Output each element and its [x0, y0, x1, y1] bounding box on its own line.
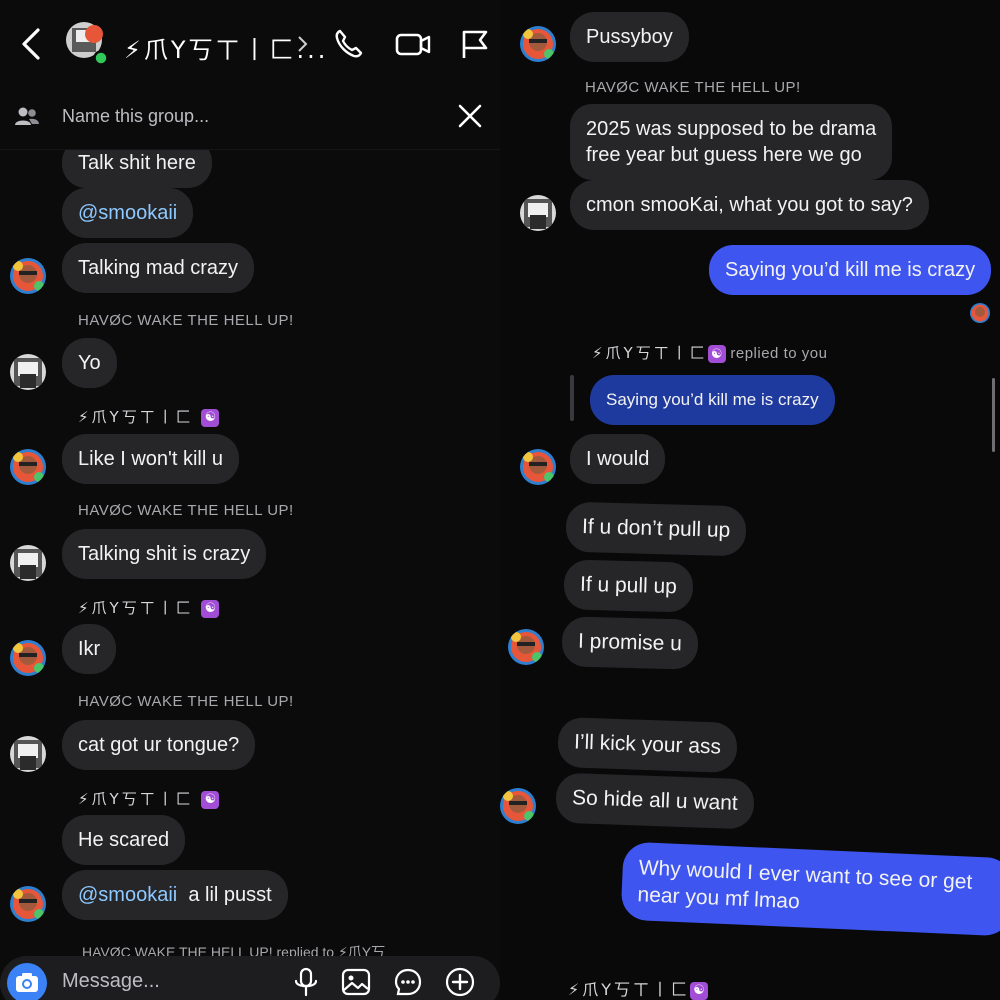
avatar[interactable] [10, 545, 46, 581]
message-bubble-sent[interactable]: Why would I ever want to see or get near… [620, 841, 1000, 937]
message-composer: Message... [0, 956, 500, 1000]
sticker-chat-icon[interactable] [392, 966, 424, 998]
group-name-input[interactable]: Name this group... [62, 106, 209, 127]
avatar[interactable] [520, 26, 556, 62]
message-bubble-sent[interactable]: Saying you’d kill me is crazy [709, 245, 992, 295]
message-bubble[interactable]: @smookaii a lil pusst [62, 870, 288, 920]
avatar[interactable] [10, 354, 46, 390]
camera-button[interactable] [7, 963, 47, 1000]
avatar[interactable] [500, 788, 536, 824]
message-bubble[interactable]: Ikr [62, 624, 117, 674]
group-name-bar: Name this group... [0, 84, 500, 150]
avatar[interactable] [508, 629, 544, 665]
sender-name: HAVØC WAKE THE HELL UP! [78, 502, 294, 519]
yin-yang-icon: ☯ [201, 790, 220, 809]
sender-name: ⚡爪Y丂ㄒ丨匚 ☯ [78, 406, 220, 427]
avatar[interactable] [10, 258, 46, 294]
avatar[interactable] [10, 449, 46, 485]
message-bubble[interactable]: 2025 was supposed to be drama free year … [570, 104, 893, 180]
message-input[interactable]: Message... [62, 970, 160, 993]
avatar[interactable] [520, 449, 556, 485]
sender-name: ⚡爪Y丂ㄒ丨匚 ☯ [78, 597, 220, 618]
video-call-icon[interactable] [394, 26, 432, 62]
sender-name: HAVØC WAKE THE HELL UP! [78, 693, 294, 710]
phone-call-icon[interactable] [332, 26, 366, 62]
message-bubble[interactable]: Talking shit is crazy [62, 529, 267, 579]
reply-header: ⚡爪Y丂ㄒ丨匚 ☯ replied to you [592, 344, 828, 364]
gallery-image-icon[interactable] [340, 966, 372, 998]
add-plus-icon[interactable] [444, 966, 476, 998]
message-bubble[interactable]: I’ll kick your ass [557, 716, 738, 774]
sender-name: ⚡爪Y丂ㄒ丨匚 ☯ [568, 976, 709, 1000]
message-bubble[interactable]: cat got ur tongue? [62, 720, 256, 770]
sender-name: HAVØC WAKE THE HELL UP! [78, 312, 294, 329]
read-receipt-avatar [970, 303, 990, 323]
chevron-right-icon[interactable] [296, 32, 310, 56]
quoted-reply-bubble[interactable]: Saying you’d kill me is crazy [590, 375, 835, 425]
online-status-dot [93, 50, 109, 66]
mention-link[interactable]: @smookaii [78, 202, 177, 224]
left-screenshot: Talk shit here @smookaii Talking mad cra… [0, 0, 500, 1000]
group-avatar[interactable] [64, 20, 110, 66]
reply-indicator-line [570, 375, 574, 421]
avatar[interactable] [10, 886, 46, 922]
message-bubble[interactable]: Like I won't kill u [62, 434, 239, 484]
avatar[interactable] [10, 640, 46, 676]
message-bubble[interactable]: He scared [62, 815, 186, 865]
message-bubble[interactable]: Pussyboy [570, 12, 689, 62]
mention-link[interactable]: @smookaii [78, 884, 177, 906]
microphone-icon[interactable] [290, 966, 322, 998]
sender-name: ⚡爪Y丂ㄒ丨匚 ☯ [78, 788, 220, 809]
message-bubble[interactable]: @smookaii [62, 188, 194, 238]
yin-yang-icon: ☯ [690, 981, 709, 1000]
camera-icon [16, 973, 38, 992]
chat-header: ⚡爪Y丂ㄒ丨匚... [0, 0, 500, 84]
message-bubble[interactable]: So hide all u want [555, 772, 755, 830]
message-bubble[interactable]: Yo [62, 338, 117, 388]
message-bubble[interactable]: If u pull up [563, 559, 694, 613]
message-bubble[interactable]: I would [570, 434, 666, 484]
flag-report-icon[interactable] [458, 26, 492, 62]
sender-name: HAVØC WAKE THE HELL UP! [585, 79, 801, 96]
scrollbar[interactable] [992, 378, 995, 452]
message-bubble[interactable]: I promise u [561, 616, 699, 670]
avatar[interactable] [10, 736, 46, 772]
message-bubble[interactable]: Talking mad crazy [62, 243, 255, 293]
back-arrow-icon[interactable] [16, 26, 46, 62]
yin-yang-icon: ☯ [707, 345, 726, 364]
yin-yang-icon: ☯ [201, 408, 220, 427]
right-screenshot: Pussyboy HAVØC WAKE THE HELL UP! 2025 wa… [500, 0, 1000, 1000]
message-bubble[interactable]: If u don’t pull up [565, 501, 747, 557]
group-people-icon [15, 107, 39, 125]
close-icon[interactable] [456, 102, 484, 130]
yin-yang-icon: ☯ [201, 599, 220, 618]
avatar[interactable] [520, 195, 556, 231]
message-bubble[interactable]: cmon smooKai, what you got to say? [570, 180, 929, 230]
